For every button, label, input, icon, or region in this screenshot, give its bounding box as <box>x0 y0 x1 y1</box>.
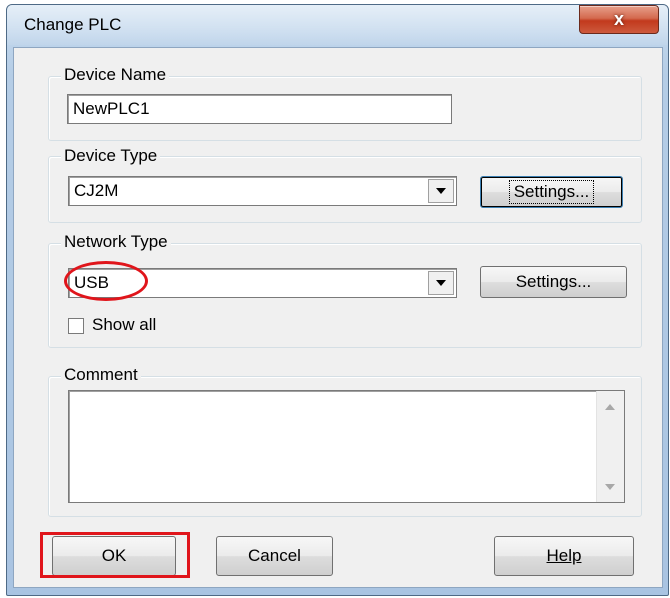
network-type-settings-label: Settings... <box>515 272 592 291</box>
show-all-checkbox[interactable] <box>68 318 84 334</box>
device-name-legend: Device Name <box>61 66 170 84</box>
scroll-up-icon[interactable] <box>605 404 615 410</box>
device-type-select[interactable]: CJ2M <box>68 176 457 206</box>
network-type-dropdown-arrow[interactable] <box>428 271 454 295</box>
comment-textarea[interactable] <box>68 390 625 503</box>
chevron-down-icon <box>436 188 446 194</box>
close-button[interactable]: x <box>579 5 659 34</box>
device-type-dropdown-arrow[interactable] <box>428 179 454 203</box>
window-title: Change PLC <box>24 15 122 34</box>
close-icon: x <box>613 9 624 29</box>
network-type-legend: Network Type <box>61 233 171 251</box>
cancel-button[interactable]: Cancel <box>216 536 333 576</box>
ok-highlight-box <box>40 532 190 578</box>
chevron-down-icon <box>436 280 446 286</box>
show-all-label: Show all <box>92 315 157 334</box>
usb-highlight-ellipse <box>64 261 148 301</box>
device-name-input[interactable]: NewPLC1 <box>67 94 452 124</box>
scroll-down-icon[interactable] <box>605 484 615 490</box>
help-label: Help <box>546 546 582 565</box>
device-type-legend: Device Type <box>61 147 161 165</box>
device-type-settings-label: Settings... <box>508 180 595 204</box>
cancel-label: Cancel <box>248 546 301 565</box>
help-button[interactable]: Help <box>494 536 634 576</box>
network-type-settings-button[interactable]: Settings... <box>480 266 627 298</box>
comment-legend: Comment <box>61 366 141 384</box>
device-type-settings-button[interactable]: Settings... <box>480 176 623 208</box>
